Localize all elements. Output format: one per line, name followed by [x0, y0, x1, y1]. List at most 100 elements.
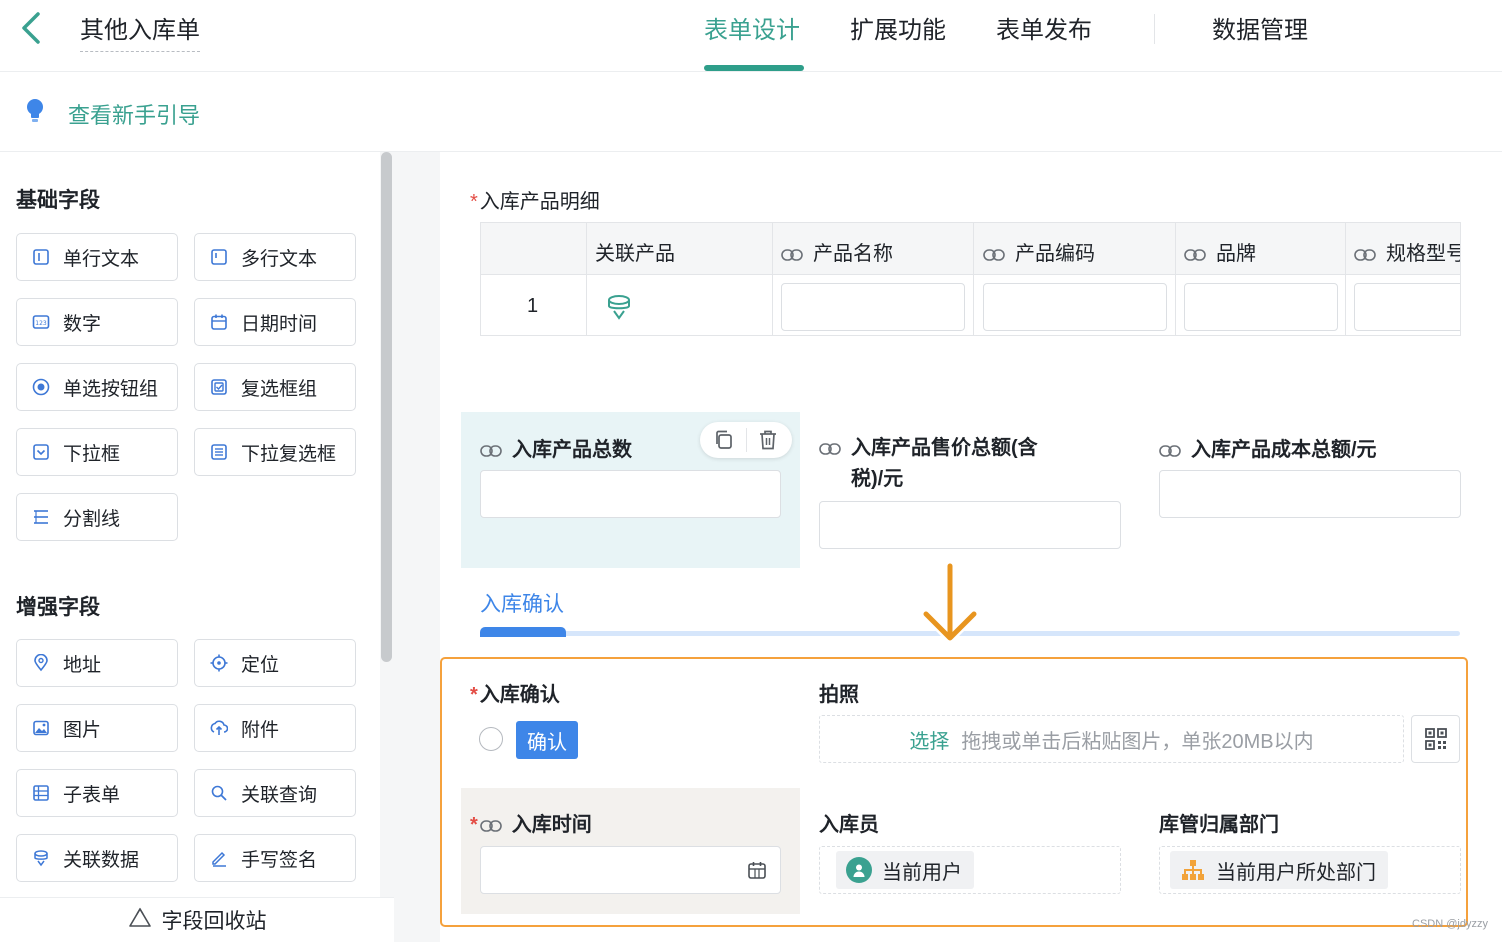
confirm-radio[interactable] [479, 727, 503, 751]
field-dropdown[interactable]: 下拉框 [16, 428, 178, 476]
field-multi-line-text[interactable]: 多行文本 [194, 233, 356, 281]
field-label: 附件 [241, 719, 280, 741]
total-cost-input[interactable] [1159, 470, 1461, 518]
field-address[interactable]: 地址 [16, 639, 178, 687]
header-spec-model: 规格型号 [1354, 237, 1460, 266]
inbound-time-input[interactable] [480, 846, 781, 894]
link-icon [1184, 248, 1206, 261]
dept-value: 当前用户所处部门 [1216, 861, 1376, 884]
spec-model-input[interactable] [1354, 283, 1460, 331]
field-label: 复选框组 [241, 378, 318, 400]
advanced-fields-title: 增强字段 [16, 596, 100, 619]
field-label: 下拉框 [63, 443, 121, 465]
tab-divider [1154, 14, 1155, 44]
field-label: 数字 [63, 313, 102, 335]
link-icon [781, 248, 803, 261]
field-dropdown-multi[interactable]: 下拉复选框 [194, 428, 356, 476]
tab-extensions[interactable]: 扩展功能 [850, 10, 946, 45]
form-title[interactable]: 其他入库单 [80, 10, 200, 52]
field-label: 定位 [241, 654, 280, 676]
link-icon [1159, 444, 1181, 457]
total-price-input[interactable] [819, 501, 1121, 549]
col-divider [973, 223, 974, 335]
field-datetime[interactable]: 日期时间 [194, 298, 356, 346]
field-label: 地址 [63, 654, 102, 676]
copy-icon[interactable] [712, 428, 736, 452]
col-divider [1175, 223, 1176, 335]
sidebar-scrollbar-thumb[interactable] [381, 152, 392, 662]
brand-input[interactable] [1184, 283, 1338, 331]
row-index: 1 [527, 295, 539, 317]
total-cost-label: 入库产品成本总额/元 [1159, 433, 1377, 462]
field-label: 多行文本 [241, 248, 318, 270]
confirm-button[interactable]: 确认 [516, 721, 578, 759]
calendar-icon [209, 312, 229, 332]
qr-code-button[interactable] [1411, 715, 1460, 763]
field-attachment[interactable]: 附件 [194, 704, 356, 752]
field-radio-group[interactable]: 单选按钮组 [16, 363, 178, 411]
tab-form-design[interactable]: 表单设计 [704, 10, 800, 45]
photo-upload-area[interactable]: 选择 拖拽或单击后粘贴图片，单张20MB以内 [819, 715, 1404, 763]
field-recycle-bin[interactable]: 字段回收站 [0, 897, 394, 942]
address-pin-icon [31, 653, 51, 673]
user-avatar-icon [846, 857, 872, 883]
col-divider [772, 223, 773, 335]
field-linked-data[interactable]: 关联数据 [16, 834, 178, 882]
confirm-field-label: * 入库确认 [470, 684, 560, 706]
checkbox-icon [209, 377, 229, 397]
dept-label: 库管归属部门 [1159, 814, 1279, 836]
field-linked-query[interactable]: 关联查询 [194, 769, 356, 817]
col-divider [586, 223, 587, 335]
signature-icon [209, 848, 229, 868]
active-tab-indicator [704, 65, 804, 71]
operator-chip: 当前用户 [836, 851, 974, 889]
detail-field-label: * 入库产品明细 [470, 191, 600, 213]
field-signature[interactable]: 手写签名 [194, 834, 356, 882]
upload-pick-link[interactable]: 选择 [909, 725, 949, 754]
back-button[interactable] [18, 10, 48, 46]
recycle-label: 字段回收站 [161, 910, 267, 933]
link-icon [1354, 248, 1376, 261]
top-bar: 其他入库单 表单设计 扩展功能 表单发布 数据管理 [0, 0, 1502, 72]
field-single-line-text[interactable]: 单行文本 [16, 233, 178, 281]
product-code-input[interactable] [983, 283, 1167, 331]
field-toolbar [700, 422, 792, 458]
field-checkbox-group[interactable]: 复选框组 [194, 363, 356, 411]
org-tree-icon [1180, 858, 1206, 882]
field-label: 手写签名 [241, 849, 318, 871]
field-divider[interactable]: 分割线 [16, 493, 178, 541]
chevron-left-icon [22, 12, 40, 44]
total-count-input[interactable] [480, 470, 781, 518]
guide-bar: 查看新手引导 [0, 72, 1502, 152]
image-icon [31, 718, 51, 738]
total-price-label: 入库产品售价总额(含 税)/元 [819, 433, 1038, 495]
dropdown-multi-icon [209, 442, 229, 462]
total-count-label: 入库产品总数 [480, 433, 632, 462]
tab-form-publish[interactable]: 表单发布 [996, 10, 1092, 45]
linked-data-icon [608, 295, 630, 320]
field-image[interactable]: 图片 [16, 704, 178, 752]
delete-icon[interactable] [756, 428, 780, 452]
lightbulb-icon [24, 98, 46, 129]
product-detail-table[interactable]: 关联产品 产品名称 产品编码 品牌 规格型号 1 [480, 222, 1461, 336]
field-subform[interactable]: 子表单 [16, 769, 178, 817]
guide-link[interactable]: 查看新手引导 [68, 98, 200, 130]
tab-data-management[interactable]: 数据管理 [1212, 10, 1308, 45]
number-icon: 123 [31, 312, 51, 332]
basic-fields-title: 基础字段 [16, 189, 100, 212]
toolbar-divider [746, 428, 747, 452]
product-name-input[interactable] [781, 283, 965, 331]
link-icon [983, 248, 1005, 261]
header-linked-product: 关联产品 [595, 243, 675, 265]
arrow-down-icon [918, 561, 982, 651]
linked-product-picker[interactable] [605, 293, 633, 326]
operator-label: 入库员 [819, 814, 879, 836]
multi-line-text-icon [209, 247, 229, 267]
dropdown-icon [31, 442, 51, 462]
operator-value: 当前用户 [882, 861, 962, 884]
field-number[interactable]: 123 数字 [16, 298, 178, 346]
section-tab-inbound-confirm[interactable]: 入库确认 [480, 588, 564, 618]
field-location[interactable]: 定位 [194, 639, 356, 687]
linked-data-icon [31, 848, 51, 868]
header-brand: 品牌 [1184, 237, 1256, 266]
